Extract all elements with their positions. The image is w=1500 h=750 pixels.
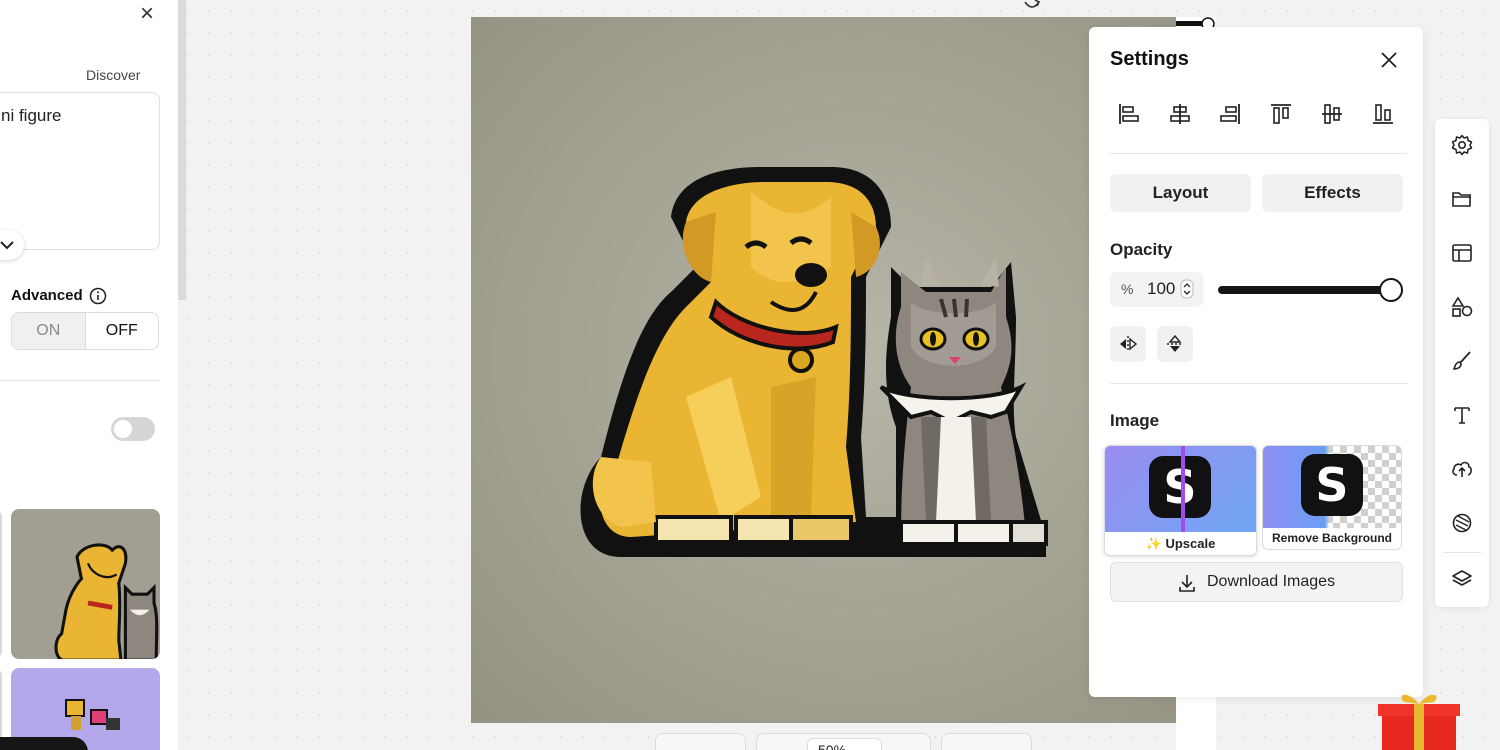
opacity-value: 100 xyxy=(1147,279,1176,298)
sticker-icon[interactable] xyxy=(1450,511,1474,535)
opacity-slider-track[interactable] xyxy=(1218,286,1390,294)
settings-icon[interactable] xyxy=(1450,133,1474,157)
divider xyxy=(1110,153,1407,154)
prompt-input[interactable]: ni figure xyxy=(0,92,160,250)
layout-template-icon[interactable] xyxy=(1450,241,1474,265)
remove-background-label: Remove Background xyxy=(1271,531,1393,545)
bottom-pill[interactable] xyxy=(0,737,88,750)
opacity-slider-thumb[interactable] xyxy=(1379,278,1403,302)
align-right-icon[interactable] xyxy=(1218,102,1242,126)
tab-layout[interactable]: Layout xyxy=(1110,174,1251,212)
shapes-icon[interactable] xyxy=(1450,295,1474,319)
chevron-down-icon xyxy=(0,241,14,250)
text-icon[interactable] xyxy=(1450,403,1474,427)
dog-cat-thumbnail-image xyxy=(54,543,159,659)
upscale-label: ✨ Upscale xyxy=(1145,536,1216,551)
s-logo-icon: S xyxy=(1301,454,1363,516)
flip-horizontal-button[interactable] xyxy=(1110,326,1146,362)
upload-cloud-icon[interactable] xyxy=(1450,457,1474,481)
align-left-icon[interactable] xyxy=(1117,102,1141,126)
gift-icon[interactable] xyxy=(1378,690,1460,750)
toggle-switch[interactable] xyxy=(111,417,155,441)
flip-horizontal-icon xyxy=(1120,336,1138,352)
close-icon[interactable] xyxy=(1379,50,1399,70)
image-section-label: Image xyxy=(1110,411,1160,430)
flip-vertical-button[interactable] xyxy=(1157,326,1193,362)
dog-and-cat-illustration xyxy=(580,167,1048,557)
advanced-on-option[interactable]: ON xyxy=(12,313,86,349)
discover-link[interactable]: Discover xyxy=(86,67,140,83)
left-panel: × Discover ni figure Advanced ON OFF xyxy=(0,0,178,750)
info-icon[interactable] xyxy=(89,287,107,305)
zoom-toolbar: 50% xyxy=(756,733,931,750)
compare-divider xyxy=(1181,446,1185,532)
opacity-input[interactable]: % 100 xyxy=(1110,272,1203,307)
advanced-label: Advanced xyxy=(11,287,83,304)
download-images-button[interactable]: Download Images xyxy=(1110,562,1403,602)
align-center-horizontal-icon[interactable] xyxy=(1168,102,1192,126)
thumbnail-edge[interactable] xyxy=(0,511,2,657)
opacity-label: Opacity xyxy=(1110,240,1173,259)
download-label: Download Images xyxy=(1207,573,1336,590)
scrollbar[interactable] xyxy=(178,0,186,300)
divider xyxy=(1110,383,1407,384)
tab-effects[interactable]: Effects xyxy=(1262,174,1403,212)
upscale-card[interactable]: S ✨ Upscale xyxy=(1104,445,1257,556)
align-middle-vertical-icon[interactable] xyxy=(1320,102,1344,126)
generated-thumbnail[interactable] xyxy=(11,509,160,659)
s-logo-icon: S xyxy=(1149,456,1211,518)
advanced-toggle: ON OFF xyxy=(11,312,159,350)
hand-pointer-toolbar[interactable] xyxy=(941,733,1032,750)
expand-button[interactable] xyxy=(0,230,24,260)
canvas-image[interactable] xyxy=(471,17,1177,723)
align-top-icon[interactable] xyxy=(1269,102,1293,126)
settings-panel: Settings Layout Effects Opacity % 100 Im… xyxy=(1089,27,1423,697)
remove-background-card[interactable]: S Remove Background xyxy=(1262,445,1402,550)
zoom-level-input[interactable]: 50% xyxy=(807,738,882,750)
undo-redo-toolbar[interactable] xyxy=(655,733,746,750)
advanced-off-option[interactable]: OFF xyxy=(85,313,158,349)
flip-vertical-icon xyxy=(1167,334,1183,352)
stepper-icon[interactable] xyxy=(1180,279,1194,299)
align-bottom-icon[interactable] xyxy=(1371,102,1395,126)
close-icon[interactable]: × xyxy=(136,2,158,26)
layers-icon[interactable] xyxy=(1450,567,1474,591)
percent-sign: % xyxy=(1121,281,1134,297)
folder-icon[interactable] xyxy=(1450,187,1474,211)
divider xyxy=(1443,552,1481,553)
rotate-handle-icon[interactable] xyxy=(1022,0,1042,10)
prompt-text: ni figure xyxy=(1,106,62,125)
brush-icon[interactable] xyxy=(1450,349,1474,373)
right-toolbar xyxy=(1435,119,1489,607)
divider xyxy=(0,380,160,381)
download-icon xyxy=(1179,575,1195,592)
settings-title: Settings xyxy=(1110,48,1189,70)
